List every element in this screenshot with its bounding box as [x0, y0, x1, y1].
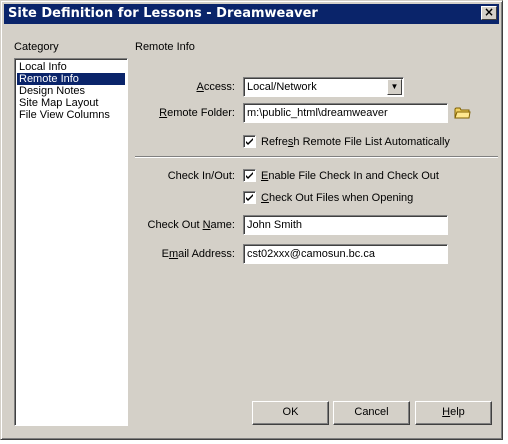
ok-button[interactable]: OK	[252, 401, 329, 425]
check-out-when-opening-checkbox[interactable]	[243, 191, 256, 204]
category-item-design-notes[interactable]: Design Notes	[17, 85, 125, 97]
cancel-button[interactable]: Cancel	[333, 401, 410, 425]
remote-folder-input[interactable]: m:\public_html\dreamweaver	[243, 103, 448, 123]
title-bar[interactable]: Site Definition for Lessons - Dreamweave…	[4, 4, 499, 24]
category-list[interactable]: Local Info Remote Info Design Notes Site…	[14, 58, 128, 426]
window-title: Site Definition for Lessons - Dreamweave…	[8, 6, 318, 21]
remote-folder-label: Remote Folder:	[159, 107, 235, 119]
chevron-down-icon[interactable]: ▼	[387, 79, 402, 95]
access-select[interactable]: Local/Network ▼	[243, 77, 404, 97]
check-out-when-opening-label[interactable]: Check Out Files when Opening	[261, 192, 413, 204]
access-select-value: Local/Network	[247, 81, 317, 93]
dialog-window: Site Definition for Lessons - Dreamweave…	[0, 0, 503, 440]
check-in-out-label: Check In/Out:	[167, 170, 235, 182]
check-icon	[246, 172, 253, 179]
panel-heading: Remote Info	[135, 41, 195, 53]
access-label: Access:	[196, 81, 235, 93]
help-button[interactable]: Help	[415, 401, 492, 425]
refresh-label[interactable]: Refresh Remote File List Automatically	[261, 136, 450, 148]
check-out-name-input[interactable]: John Smith	[243, 215, 448, 235]
close-button[interactable]: ×	[481, 6, 497, 20]
email-input[interactable]: cst02xxx@camosun.bc.ca	[243, 244, 448, 264]
enable-check-in-out-checkbox[interactable]	[243, 169, 256, 182]
category-item-remote-info[interactable]: Remote Info	[17, 73, 125, 85]
category-item-local-info[interactable]: Local Info	[17, 61, 125, 73]
category-item-site-map-layout[interactable]: Site Map Layout	[17, 97, 125, 109]
refresh-checkbox[interactable]	[243, 135, 256, 148]
category-heading: Category	[14, 41, 59, 53]
check-out-name-label: Check Out Name:	[147, 219, 235, 231]
check-icon	[246, 194, 253, 201]
enable-check-in-out-label[interactable]: Enable File Check In and Check Out	[261, 170, 439, 182]
close-icon: ×	[483, 5, 495, 19]
folder-icon[interactable]	[454, 106, 471, 120]
check-icon	[246, 138, 253, 145]
separator	[135, 156, 498, 158]
email-label: Email Address:	[161, 248, 235, 260]
category-item-file-view-columns[interactable]: File View Columns	[17, 109, 125, 121]
